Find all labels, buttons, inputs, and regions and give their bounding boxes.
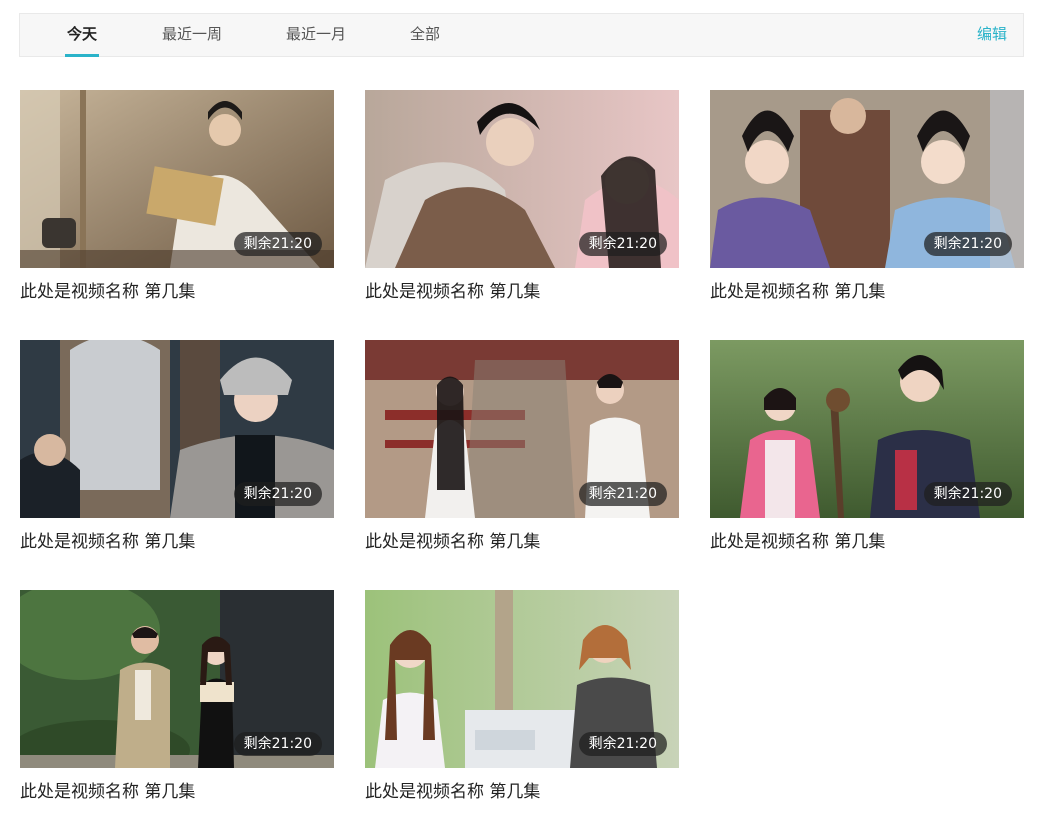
remaining-time-badge: 剩余21:20 — [233, 232, 322, 256]
remaining-time-badge: 剩余21:20 — [578, 732, 667, 756]
video-thumbnail[interactable]: 剩余21:20 — [365, 340, 679, 518]
video-card: 剩余21:20 此处是视频名称 第几集 — [710, 90, 1024, 302]
video-card: 剩余21:20 此处是视频名称 第几集 — [365, 590, 679, 802]
tab-all[interactable]: 全部 — [408, 14, 442, 56]
video-thumbnail[interactable]: 剩余21:20 — [365, 90, 679, 268]
video-card: 剩余21:20 此处是视频名称 第几集 — [20, 90, 334, 302]
remaining-time-badge: 剩余21:20 — [578, 232, 667, 256]
video-thumbnail[interactable]: 剩余21:20 — [710, 340, 1024, 518]
video-title[interactable]: 此处是视频名称 第几集 — [710, 277, 1024, 302]
video-thumbnail[interactable]: 剩余21:20 — [20, 90, 334, 268]
video-card: 剩余21:20 此处是视频名称 第几集 — [20, 590, 334, 802]
video-title[interactable]: 此处是视频名称 第几集 — [365, 527, 679, 552]
video-thumbnail[interactable]: 剩余21:20 — [710, 90, 1024, 268]
video-title[interactable]: 此处是视频名称 第几集 — [20, 777, 334, 802]
history-tab-bar: 今天 最近一周 最近一月 全部 编辑 — [19, 13, 1024, 57]
video-title[interactable]: 此处是视频名称 第几集 — [20, 527, 334, 552]
video-card: 剩余21:20 此处是视频名称 第几集 — [20, 340, 334, 552]
video-title[interactable]: 此处是视频名称 第几集 — [365, 277, 679, 302]
remaining-time-badge: 剩余21:20 — [233, 732, 322, 756]
video-title[interactable]: 此处是视频名称 第几集 — [710, 527, 1024, 552]
remaining-time-badge: 剩余21:20 — [923, 482, 1012, 506]
remaining-time-badge: 剩余21:20 — [233, 482, 322, 506]
video-card: 剩余21:20 此处是视频名称 第几集 — [365, 340, 679, 552]
remaining-time-badge: 剩余21:20 — [578, 482, 667, 506]
video-card: 剩余21:20 此处是视频名称 第几集 — [365, 90, 679, 302]
tab-last-week[interactable]: 最近一周 — [160, 14, 224, 56]
remaining-time-badge: 剩余21:20 — [923, 232, 1012, 256]
video-title[interactable]: 此处是视频名称 第几集 — [20, 277, 334, 302]
video-thumbnail[interactable]: 剩余21:20 — [20, 590, 334, 768]
video-title[interactable]: 此处是视频名称 第几集 — [365, 777, 679, 802]
video-thumbnail[interactable]: 剩余21:20 — [20, 340, 334, 518]
tab-today[interactable]: 今天 — [64, 14, 100, 56]
edit-button[interactable]: 编辑 — [977, 14, 1007, 56]
video-thumbnail[interactable]: 剩余21:20 — [365, 590, 679, 768]
video-card: 剩余21:20 此处是视频名称 第几集 — [710, 340, 1024, 552]
tab-last-month[interactable]: 最近一月 — [284, 14, 348, 56]
